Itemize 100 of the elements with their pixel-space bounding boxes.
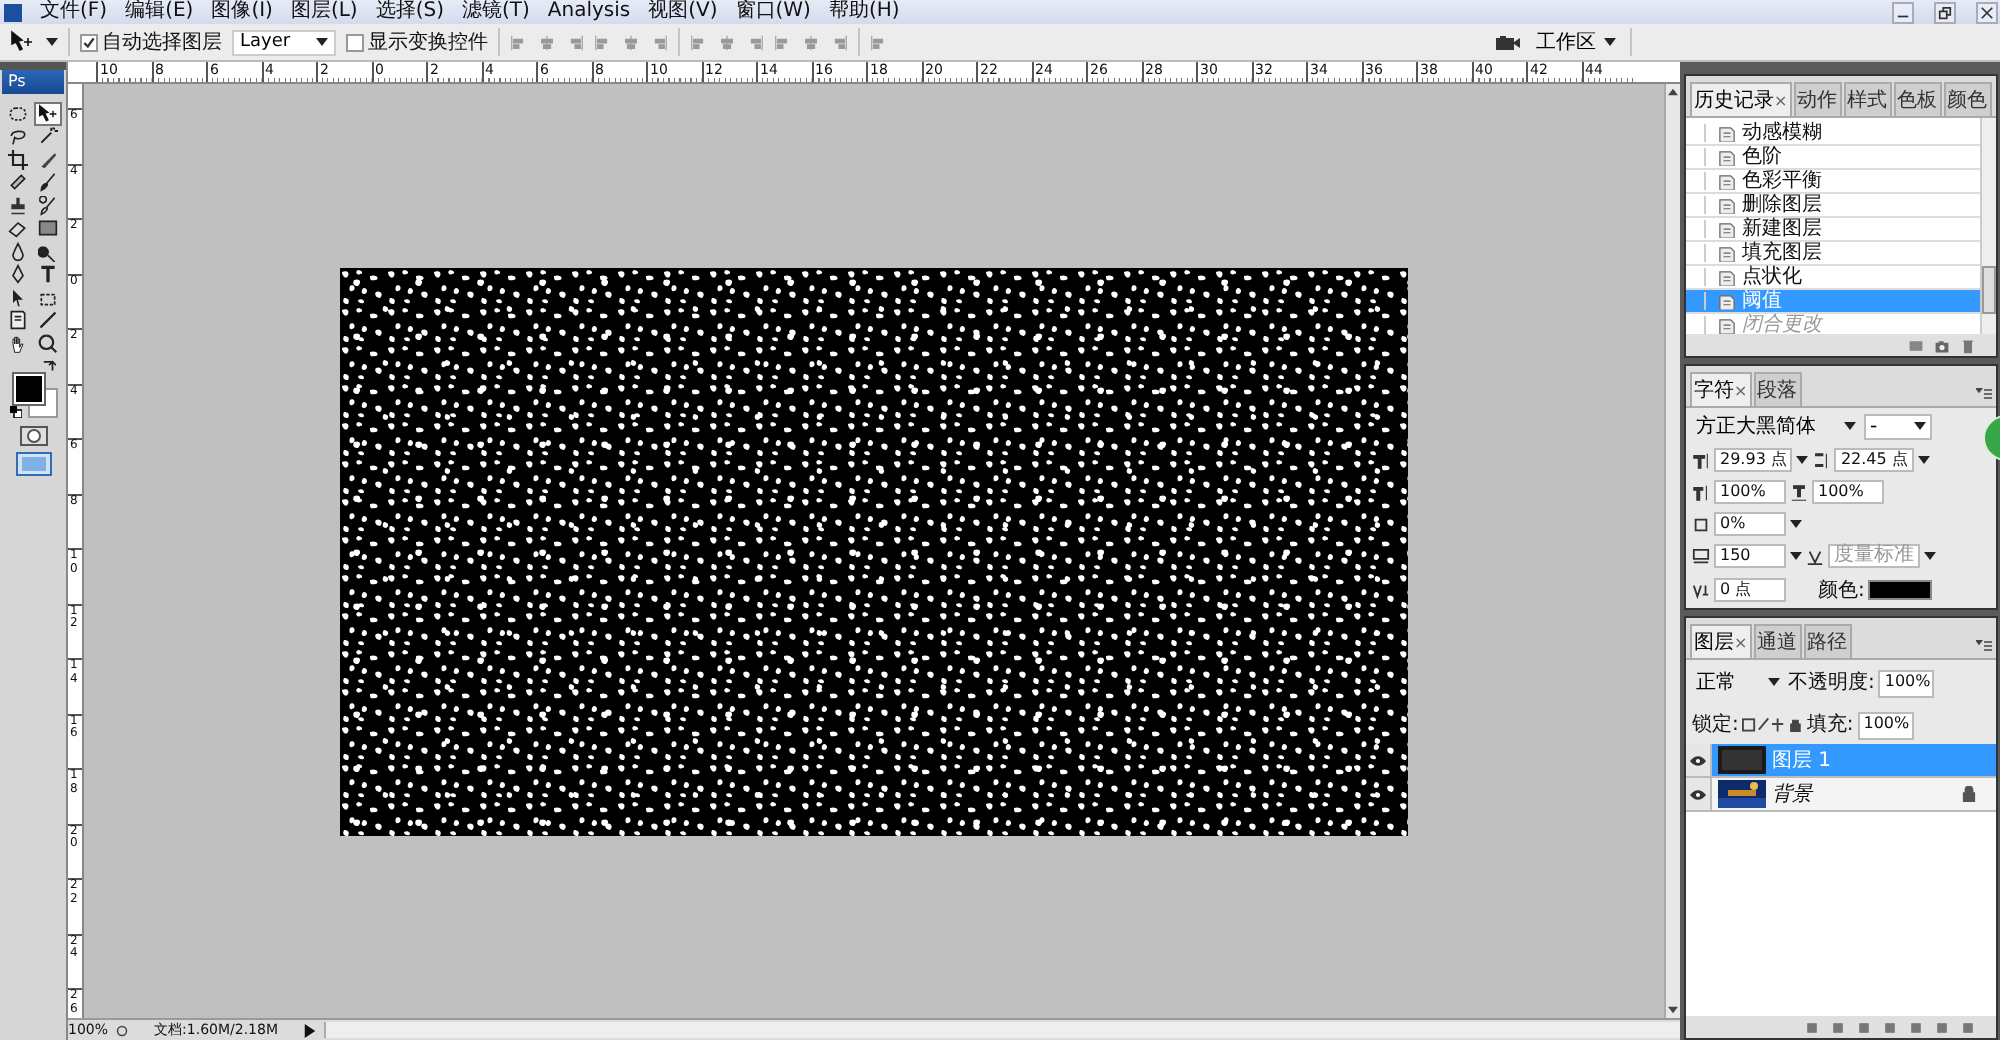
panel-tab[interactable]: 路径 — [1803, 624, 1852, 658]
history-item[interactable]: 色阶 — [1686, 146, 1980, 170]
layer-select[interactable]: Layer — [232, 29, 336, 55]
font-family-select[interactable]: 方正大黑简体 — [1692, 412, 1860, 440]
menu-item[interactable]: 选择(S) — [375, 0, 444, 24]
default-colors-icon[interactable] — [9, 405, 21, 417]
swap-colors-icon[interactable] — [42, 359, 56, 373]
foreground-color-swatch[interactable] — [13, 373, 43, 403]
screen-mode-icon[interactable] — [15, 451, 51, 475]
tool-button[interactable] — [4, 171, 32, 194]
fill-field[interactable]: 100% — [1857, 712, 1914, 740]
layer-name: 背景 — [1772, 781, 1816, 808]
caret-icon — [1796, 456, 1809, 464]
panel-tab[interactable]: 样式 — [1843, 82, 1892, 116]
panel-menu-icon[interactable] — [1976, 388, 1992, 400]
history-item[interactable]: 色彩平衡 — [1686, 170, 1980, 194]
history-item[interactable]: 填充图层 — [1686, 242, 1980, 266]
snapshot-icon[interactable] — [1908, 337, 1924, 353]
checkbox[interactable] — [346, 33, 364, 51]
lock-label: 锁定: — [1692, 711, 1739, 737]
menu-item[interactable]: 图像(I) — [211, 0, 273, 24]
path-icon — [8, 287, 28, 308]
document-icon — [1718, 317, 1736, 333]
history-icon — [38, 195, 58, 216]
menu-item[interactable]: 视图(V) — [648, 0, 718, 24]
checkbox[interactable] — [80, 33, 98, 51]
caret-icon — [46, 38, 58, 46]
tool-button[interactable] — [34, 102, 62, 125]
history-label: 点状化 — [1742, 266, 1802, 288]
tool-button[interactable] — [34, 309, 62, 332]
restore-icon — [1938, 5, 1952, 19]
history-label: 闭合更改 — [1742, 314, 1822, 334]
vertical-scrollbar[interactable] — [1664, 84, 1680, 1018]
tool-button[interactable] — [34, 332, 62, 355]
document-icon — [1718, 221, 1736, 237]
panel-tab[interactable]: 段落 — [1753, 372, 1802, 406]
panel-tab[interactable]: 动作 — [1793, 82, 1842, 116]
menu-item[interactable]: 帮助(H) — [828, 0, 900, 24]
history-item[interactable]: 动感模糊 — [1686, 122, 1980, 146]
text-color-swatch[interactable] — [1868, 580, 1933, 600]
panel-tab[interactable]: 图层× — [1690, 624, 1752, 658]
menu-item[interactable]: Analysis — [547, 0, 631, 24]
leading-icon — [1812, 451, 1831, 469]
history-scrollbar[interactable] — [1980, 118, 1996, 334]
eye-icon[interactable] — [1690, 789, 1706, 799]
menu-item[interactable]: 滤镜(T) — [461, 0, 530, 24]
horizontal-scale-field[interactable]: 100% — [1812, 480, 1884, 504]
workspace-button[interactable]: 工作区 — [1532, 28, 1620, 56]
tracking-field[interactable]: 150 — [1714, 544, 1786, 568]
vertical-scale-field[interactable]: 100% — [1714, 480, 1786, 504]
move-tool-icon[interactable] — [8, 30, 36, 54]
panel-tab[interactable]: 色板 — [1893, 82, 1942, 116]
history-label: 填充图层 — [1742, 242, 1822, 264]
scroll-up-icon[interactable] — [1668, 88, 1678, 96]
status-menu-icon[interactable] — [304, 1023, 317, 1037]
tool-button[interactable] — [34, 217, 62, 240]
auto-select-checkbox[interactable]: 自动选择图层 — [80, 28, 222, 56]
tool-button[interactable] — [4, 102, 32, 125]
panel-tab[interactable]: 字符× — [1690, 372, 1752, 406]
pen-icon — [8, 264, 28, 285]
restore-button[interactable] — [1934, 1, 1956, 23]
menu-item[interactable]: 编辑(E) — [125, 0, 194, 24]
panel-tab[interactable]: 颜色 — [1943, 82, 1992, 116]
minimize-button[interactable] — [1892, 1, 1914, 23]
history-item[interactable]: 新建图层 — [1686, 218, 1980, 242]
camera-icon[interactable] — [1934, 337, 1950, 353]
panel-menu-icon[interactable] — [1976, 640, 1992, 652]
history-label: 新建图层 — [1742, 218, 1822, 240]
color-label: 颜色: — [1818, 577, 1865, 604]
menu-item[interactable]: 图层(L) — [290, 0, 358, 24]
panel-tab[interactable]: 通道 — [1753, 624, 1802, 658]
status-icon[interactable] — [116, 1023, 129, 1037]
caret-icon — [1844, 422, 1856, 430]
opacity-field[interactable]: 100% — [1878, 670, 1935, 698]
show-transform-checkbox[interactable]: 显示变换控件 — [346, 28, 488, 56]
horizontal-scrollbar[interactable] — [324, 1022, 1680, 1038]
brush-icon — [38, 172, 58, 193]
move-icon — [38, 103, 58, 124]
close-button[interactable] — [1976, 1, 1998, 23]
document-icon — [1718, 173, 1736, 189]
eye-icon[interactable] — [1690, 755, 1706, 765]
gradient-icon — [38, 218, 58, 239]
history-item[interactable]: 删除图层 — [1686, 194, 1980, 218]
tool-button[interactable] — [4, 148, 32, 171]
panel-tab[interactable]: 历史记录× — [1690, 82, 1792, 116]
layer-row[interactable]: 背景 — [1686, 778, 1996, 812]
tsume-field[interactable]: 0% — [1714, 512, 1786, 536]
leading-field[interactable]: 22.45 点 — [1834, 448, 1914, 472]
font-style-select[interactable]: - — [1864, 413, 1932, 439]
trash-icon[interactable] — [1960, 337, 1976, 353]
blend-mode-select[interactable]: 正常 — [1692, 667, 1784, 695]
lock-options-icon[interactable] — [1742, 715, 1803, 731]
font-size-field[interactable]: 29.93 点 — [1714, 448, 1793, 472]
baseline-shift-field[interactable]: 0 点 — [1714, 578, 1786, 602]
quick-mask-icon[interactable] — [19, 425, 47, 445]
history-label: 动感模糊 — [1742, 122, 1822, 144]
camera-icon[interactable] — [1494, 30, 1522, 54]
dodge-icon — [38, 241, 58, 262]
scroll-down-icon[interactable] — [1668, 1006, 1678, 1014]
wand-icon — [38, 126, 58, 147]
